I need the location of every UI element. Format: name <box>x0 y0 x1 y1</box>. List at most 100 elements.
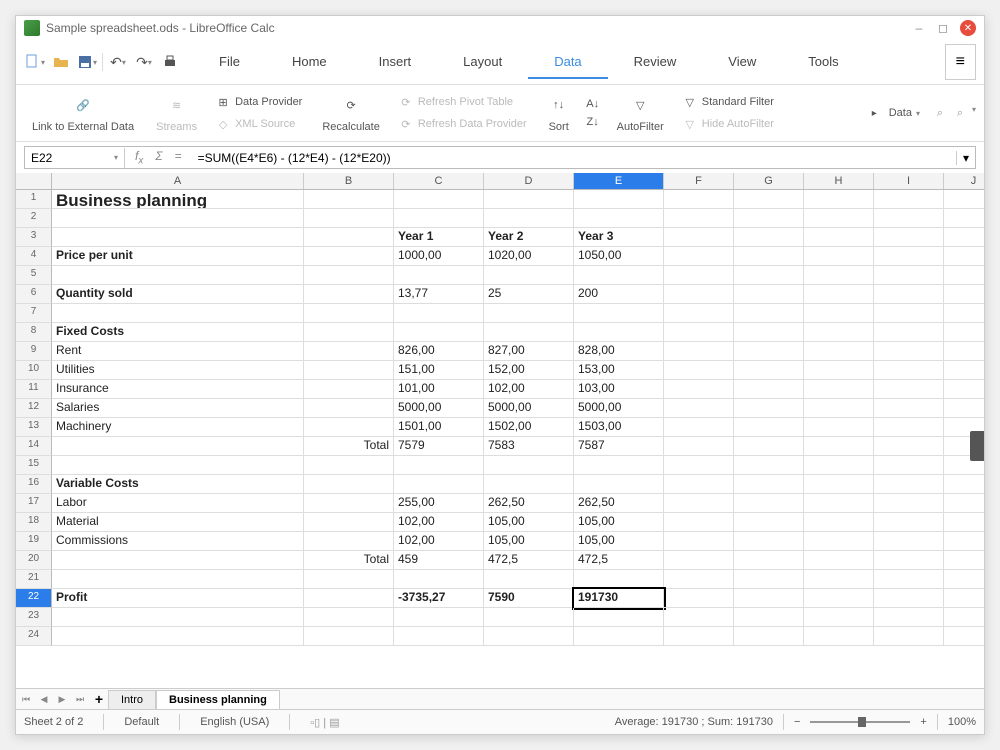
cell[interactable] <box>52 437 304 456</box>
new-doc-icon[interactable]: ▾ <box>24 51 46 73</box>
cell[interactable] <box>484 266 574 285</box>
row-header[interactable]: 13 <box>16 418 52 437</box>
cell[interactable] <box>394 209 484 228</box>
cell[interactable]: 191730 <box>574 589 664 608</box>
cell[interactable]: Labor <box>52 494 304 513</box>
cell[interactable] <box>874 589 944 608</box>
cell[interactable] <box>804 285 874 304</box>
cell[interactable] <box>484 570 574 589</box>
cell[interactable] <box>804 475 874 494</box>
cell[interactable]: 262,50 <box>484 494 574 513</box>
cell[interactable] <box>734 380 804 399</box>
cell[interactable] <box>52 209 304 228</box>
column-header-B[interactable]: B <box>304 173 394 189</box>
column-header-F[interactable]: F <box>664 173 734 189</box>
row-header[interactable]: 2 <box>16 209 52 228</box>
cell[interactable] <box>804 551 874 570</box>
redo-icon[interactable]: ↷▾ <box>133 51 155 73</box>
menu-data[interactable]: Data <box>528 46 607 79</box>
sort-desc-icon[interactable]: Z↓ <box>585 114 601 130</box>
zoom-out-icon[interactable]: − <box>794 716 800 728</box>
cell[interactable] <box>574 266 664 285</box>
menu-home[interactable]: Home <box>266 46 353 79</box>
cell[interactable] <box>304 532 394 551</box>
cell[interactable] <box>804 513 874 532</box>
cell[interactable] <box>664 266 734 285</box>
cell[interactable] <box>804 532 874 551</box>
cell[interactable]: 7579 <box>394 437 484 456</box>
cell[interactable]: 1503,00 <box>574 418 664 437</box>
cell[interactable] <box>734 627 804 646</box>
row-header[interactable]: 7 <box>16 304 52 323</box>
cell[interactable] <box>304 228 394 247</box>
column-header-G[interactable]: G <box>734 173 804 189</box>
cell[interactable] <box>804 570 874 589</box>
cell[interactable] <box>52 456 304 475</box>
cell[interactable]: 1020,00 <box>484 247 574 266</box>
cell[interactable]: 105,00 <box>574 532 664 551</box>
row-header[interactable]: 17 <box>16 494 52 513</box>
zoom-in-icon[interactable]: + <box>920 716 926 728</box>
cell[interactable]: 101,00 <box>394 380 484 399</box>
cell[interactable] <box>574 627 664 646</box>
cell[interactable]: Quantity sold <box>52 285 304 304</box>
cell[interactable] <box>734 304 804 323</box>
cell[interactable] <box>804 228 874 247</box>
cell[interactable]: 25 <box>484 285 574 304</box>
row-header[interactable]: 4 <box>16 247 52 266</box>
cell[interactable] <box>304 323 394 342</box>
row-header[interactable]: 15 <box>16 456 52 475</box>
row-header[interactable]: 11 <box>16 380 52 399</box>
formula-input[interactable] <box>192 148 956 168</box>
cell[interactable] <box>484 456 574 475</box>
cell[interactable] <box>304 456 394 475</box>
cell[interactable] <box>574 570 664 589</box>
equals-icon[interactable]: = <box>169 147 188 168</box>
cell[interactable] <box>944 380 984 399</box>
link-external-button[interactable]: 🔗 Link to External Data <box>24 91 142 135</box>
cell[interactable] <box>394 190 484 209</box>
xml-source-button[interactable]: ◇XML Source <box>211 114 306 134</box>
cell[interactable] <box>944 247 984 266</box>
ribbon-data-dropdown[interactable]: Data ▾ <box>885 105 924 121</box>
close-icon[interactable]: ✕ <box>960 20 976 36</box>
cell[interactable] <box>574 456 664 475</box>
cell[interactable] <box>574 209 664 228</box>
cell[interactable] <box>484 190 574 209</box>
cell[interactable] <box>484 475 574 494</box>
cell[interactable] <box>944 399 984 418</box>
cell[interactable] <box>664 475 734 494</box>
cell[interactable] <box>734 361 804 380</box>
cell[interactable] <box>734 190 804 209</box>
cell[interactable] <box>944 532 984 551</box>
cell[interactable] <box>664 190 734 209</box>
cell[interactable] <box>664 532 734 551</box>
cell[interactable] <box>804 304 874 323</box>
cell[interactable]: Business planning <box>52 190 304 209</box>
cell[interactable]: Year 1 <box>394 228 484 247</box>
cell[interactable]: Year 3 <box>574 228 664 247</box>
cell[interactable] <box>734 513 804 532</box>
row-header[interactable]: 8 <box>16 323 52 342</box>
standard-filter-button[interactable]: ▽Standard Filter <box>678 92 778 112</box>
row-header[interactable]: 9 <box>16 342 52 361</box>
cell[interactable] <box>944 190 984 209</box>
cell[interactable] <box>944 513 984 532</box>
cell[interactable] <box>874 475 944 494</box>
cell[interactable] <box>664 513 734 532</box>
status-selection-mode-icon[interactable]: ▫▯ | ▤ <box>310 716 339 729</box>
row-header[interactable]: 10 <box>16 361 52 380</box>
save-icon[interactable]: ▾ <box>76 51 98 73</box>
cell[interactable] <box>874 209 944 228</box>
cell[interactable] <box>944 570 984 589</box>
cell[interactable] <box>304 418 394 437</box>
zoom-slider[interactable] <box>810 721 910 723</box>
cell[interactable] <box>874 627 944 646</box>
cell[interactable] <box>734 399 804 418</box>
cell[interactable] <box>394 608 484 627</box>
autofilter-button[interactable]: ▽ AutoFilter <box>609 91 672 135</box>
cell[interactable] <box>304 342 394 361</box>
cell[interactable]: 103,00 <box>574 380 664 399</box>
cell[interactable]: 105,00 <box>574 513 664 532</box>
formula-expand-icon[interactable]: ▾ <box>956 151 975 165</box>
